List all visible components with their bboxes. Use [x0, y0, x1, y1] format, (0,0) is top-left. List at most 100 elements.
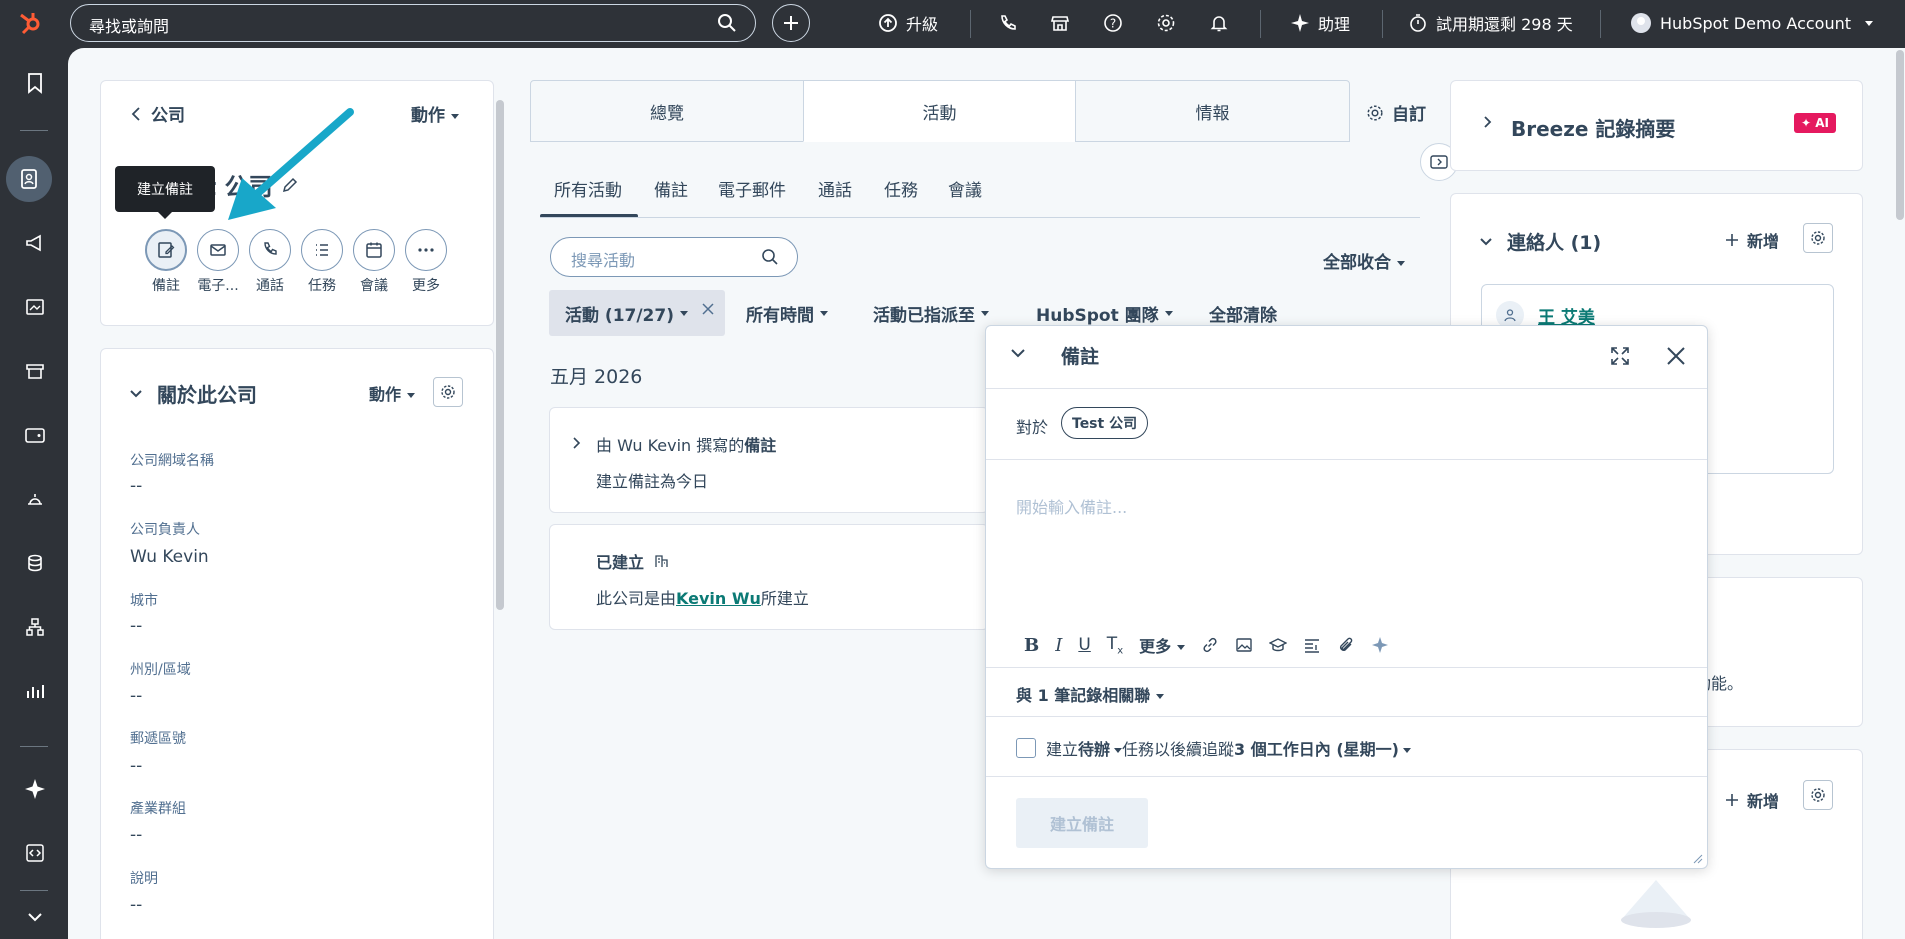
- wallet-icon[interactable]: [18, 418, 52, 452]
- knowledge-cap-icon[interactable]: [1269, 636, 1288, 654]
- association-settings-button[interactable]: [1803, 780, 1833, 810]
- search-icon[interactable]: [717, 13, 737, 33]
- gear-icon: [441, 385, 455, 399]
- field-value-description[interactable]: --: [130, 895, 142, 915]
- crm-records-icon[interactable]: [6, 156, 52, 202]
- about-actions-dropdown[interactable]: 動作: [369, 381, 416, 405]
- help-icon[interactable]: ?: [1103, 0, 1123, 46]
- snippet-icon[interactable]: [1303, 636, 1321, 654]
- attachment-paperclip-icon[interactable]: [1337, 636, 1355, 654]
- chevron-right-icon[interactable]: [1483, 115, 1493, 129]
- company-building-icon: [655, 555, 668, 567]
- chevron-right-icon[interactable]: [572, 436, 582, 450]
- assigned-filter[interactable]: 活動已指派至: [873, 290, 989, 336]
- content-icon[interactable]: [18, 290, 52, 324]
- resize-handle-icon[interactable]: [1693, 854, 1703, 864]
- underline-icon[interactable]: U: [1078, 635, 1090, 655]
- add-contact-button[interactable]: 新增: [1725, 228, 1779, 252]
- time-filter[interactable]: 所有時間: [746, 290, 828, 336]
- tab-intelligence[interactable]: 情報: [1075, 80, 1350, 142]
- breeze-summary-title[interactable]: Breeze 記錄摘要: [1511, 113, 1675, 142]
- task-type-dropdown[interactable]: 待辦: [1078, 736, 1123, 760]
- commerce-store-icon[interactable]: [18, 354, 52, 388]
- automation-workflow-icon[interactable]: [18, 610, 52, 644]
- tab-overview[interactable]: 總覽: [530, 80, 804, 142]
- page-scrollbar[interactable]: [1896, 50, 1904, 220]
- subtab-calls[interactable]: 通話: [818, 176, 852, 201]
- marketplace-icon[interactable]: [1050, 0, 1070, 46]
- activity-type-filter[interactable]: 活動 (17/27): [549, 290, 725, 336]
- tab-activities[interactable]: 活動: [803, 80, 1076, 142]
- task-button[interactable]: [301, 229, 343, 271]
- associations-dropdown[interactable]: 與 1 筆記錄相關聯: [1016, 682, 1165, 706]
- create-note-submit-button[interactable]: 建立備註: [1016, 798, 1148, 848]
- service-bell-icon[interactable]: [18, 482, 52, 516]
- meeting-button[interactable]: [353, 229, 395, 271]
- action-label-more: 更多: [412, 278, 440, 294]
- create-note-button[interactable]: [145, 229, 187, 271]
- field-value-owner[interactable]: Wu Kevin: [130, 547, 209, 567]
- activity-search-input[interactable]: 搜尋活動: [550, 237, 798, 277]
- bookmark-icon[interactable]: [18, 66, 52, 100]
- back-to-companies-link[interactable]: 公司: [131, 101, 185, 126]
- subtab-tasks[interactable]: 任務: [884, 176, 918, 201]
- hubspot-logo[interactable]: [16, 0, 44, 46]
- more-actions-button[interactable]: [405, 229, 447, 271]
- clear-format-icon[interactable]: Tx: [1107, 634, 1123, 656]
- developer-code-icon[interactable]: [18, 836, 52, 870]
- account-menu[interactable]: HubSpot Demo Account: [1630, 0, 1874, 46]
- expand-icon[interactable]: [1610, 346, 1630, 366]
- task-due-dropdown[interactable]: 3 個工作日內 (星期一): [1234, 736, 1411, 760]
- subtab-notes[interactable]: 備註: [654, 176, 688, 201]
- data-database-icon[interactable]: [18, 546, 52, 580]
- bold-icon[interactable]: B: [1024, 635, 1039, 656]
- created-title: 已建立: [596, 553, 645, 572]
- expand-nav-chevron-icon[interactable]: [18, 900, 52, 934]
- calling-icon[interactable]: [998, 0, 1018, 46]
- close-icon[interactable]: [1666, 346, 1686, 366]
- minimize-chevron-icon[interactable]: [1010, 348, 1026, 358]
- field-value-domain[interactable]: --: [130, 476, 142, 496]
- timeline-note-card[interactable]: 由 Wu Kevin 撰寫的備註 建立備註為今日: [549, 407, 989, 513]
- link-icon[interactable]: [1201, 636, 1219, 654]
- image-icon[interactable]: [1235, 636, 1253, 654]
- field-value-city[interactable]: --: [130, 616, 142, 636]
- subtab-emails[interactable]: 電子郵件: [718, 176, 786, 201]
- upgrade-button[interactable]: 升級: [878, 0, 938, 46]
- subtab-all-activities[interactable]: 所有活動: [554, 176, 622, 201]
- reporting-chart-icon[interactable]: [18, 674, 52, 708]
- email-button[interactable]: [197, 229, 239, 271]
- field-value-region[interactable]: --: [130, 686, 142, 706]
- breeze-sparkle-icon[interactable]: [18, 772, 52, 806]
- created-body-prefix: 此公司是由: [596, 589, 677, 608]
- collapse-all-dropdown[interactable]: 全部收合: [1323, 248, 1405, 273]
- trial-countdown[interactable]: 試用期還剩 298 天: [1408, 0, 1573, 46]
- global-search-input[interactable]: 尋找或詢問: [70, 4, 756, 42]
- italic-icon[interactable]: I: [1055, 635, 1062, 656]
- assistant-button[interactable]: 助理: [1290, 0, 1350, 46]
- company-actions-dropdown[interactable]: 動作: [411, 101, 459, 126]
- about-settings-button[interactable]: [433, 377, 463, 407]
- follow-up-task-checkbox[interactable]: [1016, 738, 1036, 758]
- clear-filter-close-icon[interactable]: [701, 302, 715, 316]
- call-button[interactable]: [249, 229, 291, 271]
- note-about-chip[interactable]: Test 公司: [1061, 407, 1149, 439]
- left-column-scrollbar[interactable]: [496, 100, 504, 610]
- add-association-button[interactable]: 新增: [1725, 788, 1779, 812]
- marketing-megaphone-icon[interactable]: [18, 226, 52, 260]
- notifications-bell-icon[interactable]: [1209, 0, 1229, 46]
- creator-link[interactable]: Kevin Wu: [676, 589, 761, 608]
- about-section-toggle[interactable]: 關於此公司: [129, 379, 257, 408]
- customize-tabs-button[interactable]: 自訂: [1366, 100, 1426, 125]
- ai-sparkle-icon[interactable]: [1371, 636, 1389, 654]
- field-value-postal-code[interactable]: --: [130, 756, 142, 776]
- more-format-dropdown[interactable]: 更多: [1139, 633, 1186, 657]
- field-value-industry-group[interactable]: --: [130, 825, 142, 845]
- search-icon[interactable]: [761, 248, 779, 266]
- contacts-settings-button[interactable]: [1803, 223, 1833, 253]
- settings-gear-icon[interactable]: [1156, 0, 1176, 46]
- create-new-button[interactable]: [772, 4, 810, 42]
- contacts-section-toggle[interactable]: 連絡人 (1): [1479, 228, 1601, 255]
- note-editor-placeholder[interactable]: 開始輸入備註...: [1016, 494, 1127, 518]
- subtab-meetings[interactable]: 會議: [948, 176, 982, 201]
